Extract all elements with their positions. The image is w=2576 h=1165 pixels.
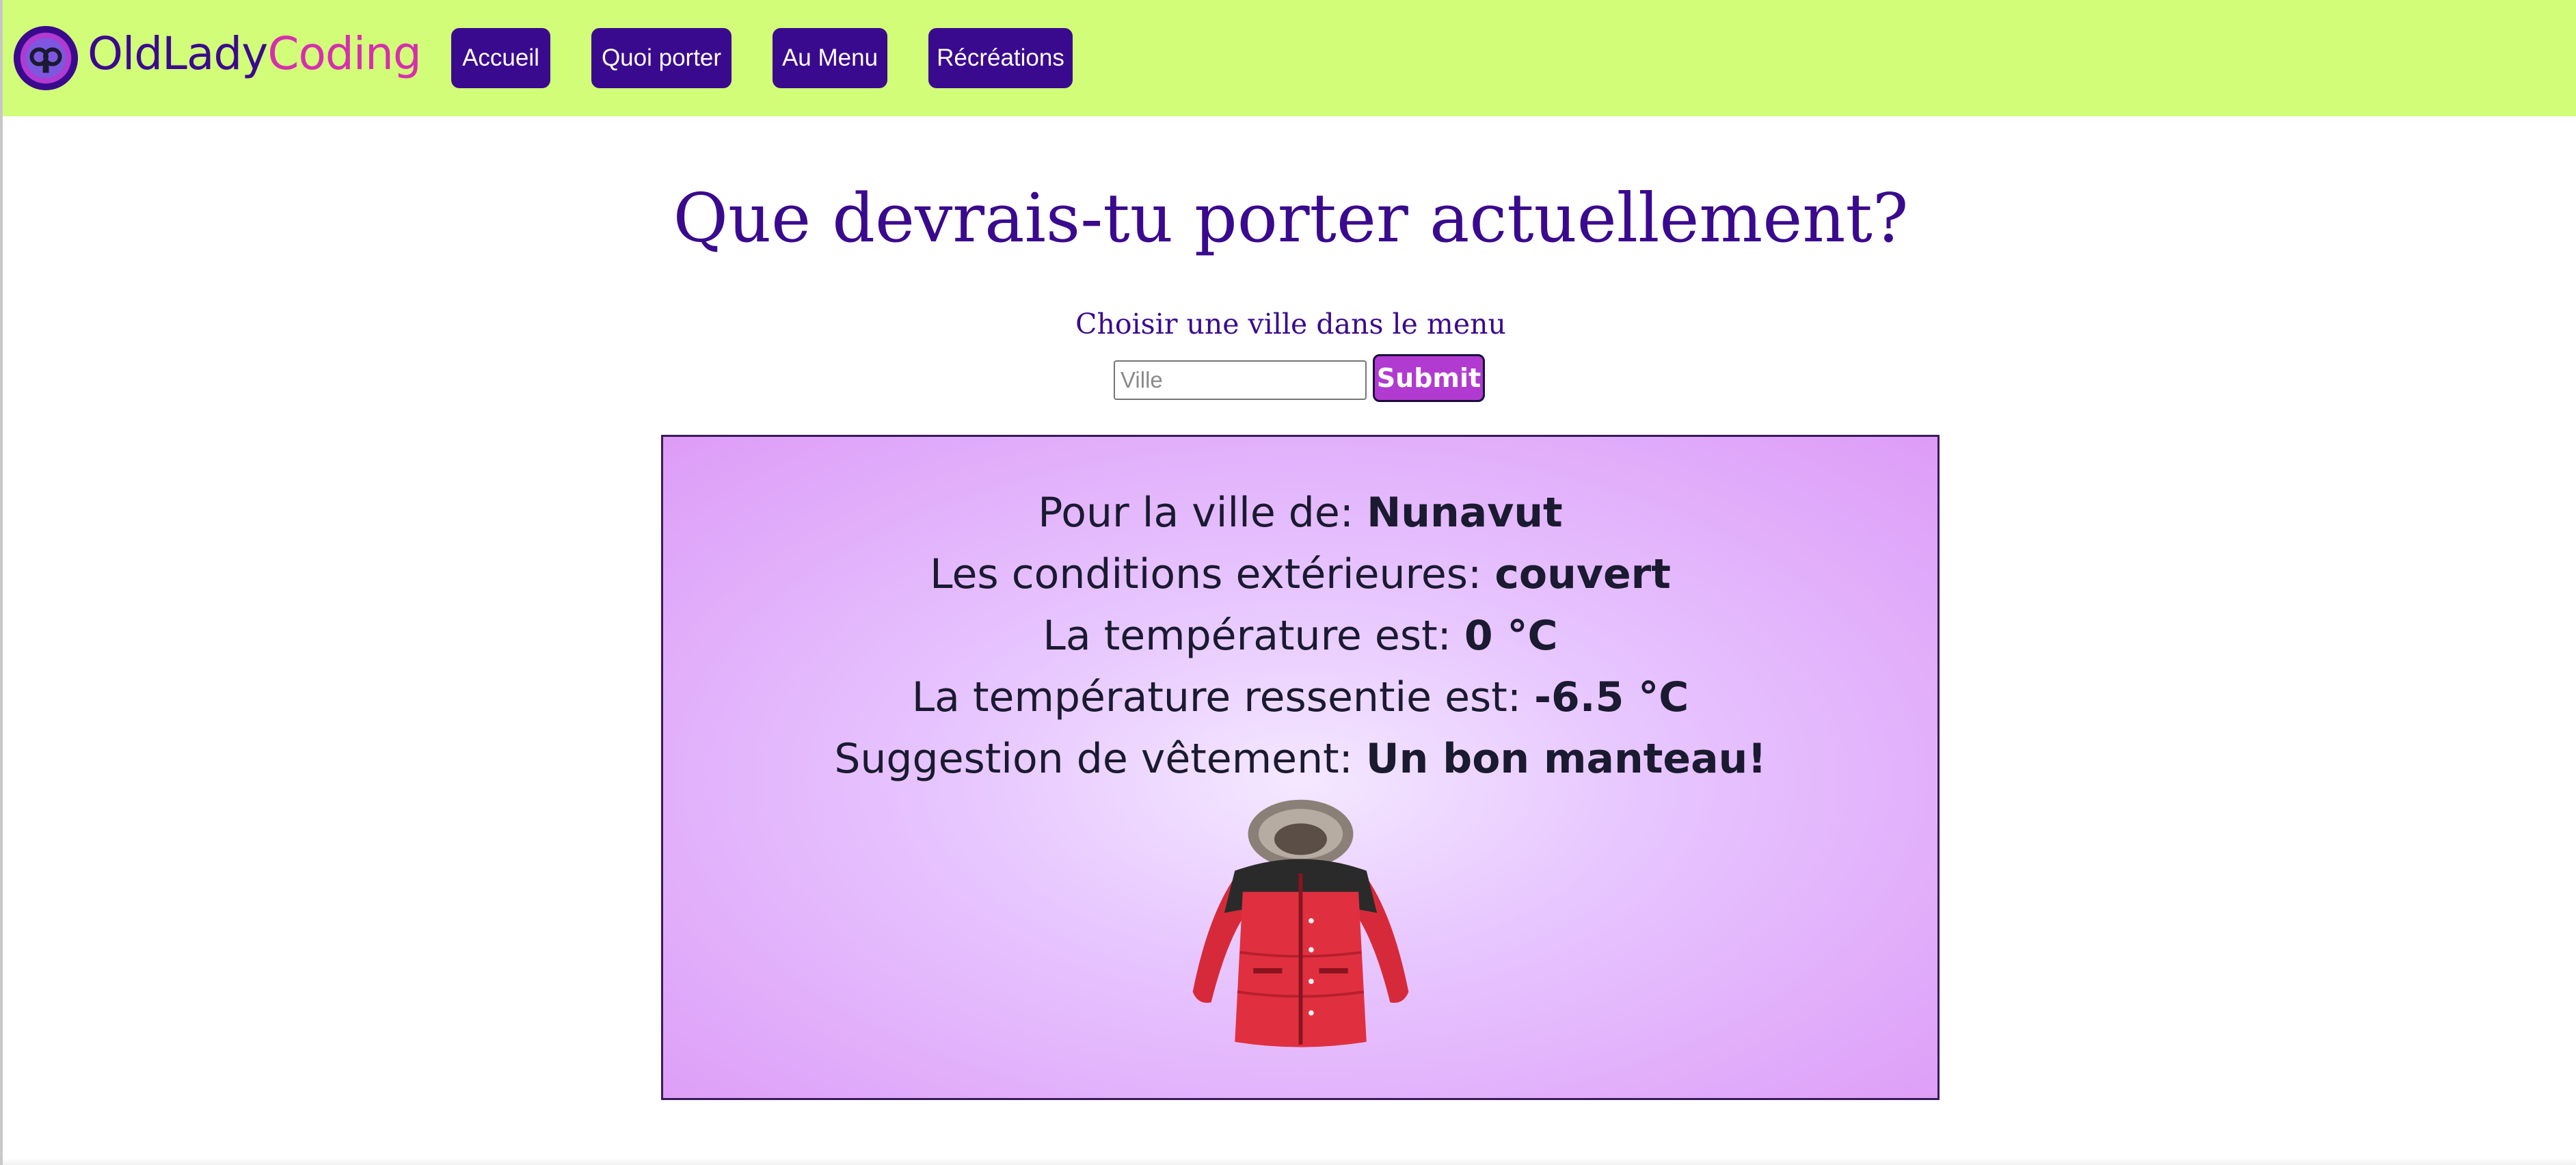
- nav-au-menu-button[interactable]: Au Menu: [773, 28, 887, 88]
- feels-like-value: -6.5 °C: [1534, 673, 1689, 721]
- winter-jacket-icon: [1192, 799, 1409, 1047]
- city-input[interactable]: [1114, 360, 1367, 400]
- weather-result-panel: Pour la ville de: Nunavut Les conditions…: [661, 435, 1940, 1100]
- conditions-line: Les conditions extérieures: couvert: [663, 544, 1937, 605]
- temperature-label: La température est:: [1043, 612, 1464, 660]
- brand-name[interactable]: OldLadyCoding: [88, 23, 422, 85]
- suggestion-line: Suggestion de vêtement: Un bon manteau!: [663, 728, 1937, 790]
- bottom-edge: [3, 1158, 2576, 1165]
- conditions-label: Les conditions extérieures:: [930, 550, 1495, 598]
- feels-like-label: La température ressentie est:: [911, 673, 1535, 721]
- conditions-value: couvert: [1494, 550, 1671, 598]
- temperature-line: La température est: 0 °C: [663, 605, 1937, 667]
- suggestion-value: Un bon manteau!: [1365, 735, 1767, 783]
- suggestion-label: Suggestion de vêtement:: [834, 735, 1366, 783]
- city-line: Pour la ville de: Nunavut: [663, 482, 1937, 544]
- nav-accueil-button[interactable]: Accueil: [451, 28, 550, 88]
- city-prompt-label: Choisir une ville dans le menu: [1075, 308, 1506, 340]
- feels-like-line: La température ressentie est: -6.5 °C: [663, 667, 1937, 728]
- oldladycoding-logo-icon[interactable]: [12, 25, 79, 92]
- nav-quoi-porter-button[interactable]: Quoi porter: [591, 28, 732, 88]
- nav-recreations-button[interactable]: Récréations: [928, 28, 1073, 88]
- page-title: Que devrais-tu porter actuellement?: [673, 180, 1909, 258]
- city-value: Nunavut: [1367, 489, 1563, 537]
- page: OldLadyCoding Accueil Quoi porter Au Men…: [0, 0, 2576, 1165]
- temperature-value: 0 °C: [1464, 612, 1558, 660]
- brand-name-part2: Coding: [267, 27, 421, 80]
- city-label: Pour la ville de:: [1038, 489, 1367, 537]
- submit-button[interactable]: Submit: [1373, 354, 1485, 402]
- brand-name-part1: OldLady: [88, 27, 268, 80]
- top-navbar: OldLadyCoding Accueil Quoi porter Au Men…: [3, 0, 2576, 116]
